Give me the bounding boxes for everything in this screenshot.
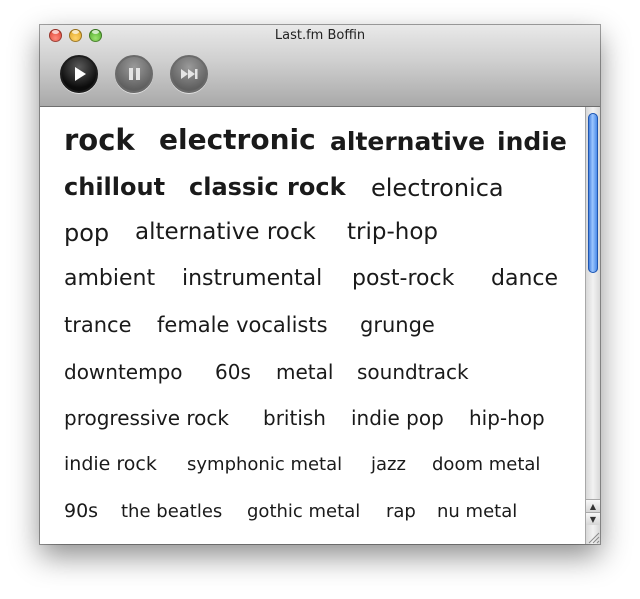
skip-button[interactable]: [170, 55, 208, 93]
tag-rap[interactable]: rap: [386, 503, 416, 521]
window-title: Last.fm Boffin: [274, 28, 366, 43]
tag-soundtrack[interactable]: soundtrack: [357, 362, 469, 382]
app-window: Last.fm Boffin rock electronic alternati…: [40, 25, 600, 544]
tag-the-beatles[interactable]: the beatles: [121, 503, 222, 521]
tag-female-vocalists[interactable]: female vocalists: [157, 315, 328, 336]
tag-downtempo[interactable]: downtempo: [64, 362, 183, 382]
tag-ambient[interactable]: ambient: [64, 268, 155, 290]
tag-progressive-rock[interactable]: progressive rock: [64, 408, 229, 428]
tag-british[interactable]: british: [263, 408, 326, 428]
tag-indie[interactable]: indie: [497, 129, 567, 154]
tag-instrumental[interactable]: instrumental: [182, 268, 322, 290]
tag-trance[interactable]: trance: [64, 315, 132, 336]
tag-alternative[interactable]: alternative: [330, 129, 485, 154]
scrollbar-thumb[interactable]: [588, 113, 598, 273]
pause-icon: [129, 68, 140, 80]
play-button[interactable]: [60, 55, 98, 93]
vertical-scrollbar[interactable]: ▲ ▼: [585, 107, 600, 544]
tag-metal[interactable]: metal: [276, 362, 333, 382]
tag-hip-hop[interactable]: hip-hop: [469, 408, 545, 428]
scroll-down-arrow-icon[interactable]: ▼: [586, 512, 600, 525]
play-icon: [75, 67, 86, 81]
tag-pop[interactable]: pop: [64, 221, 109, 245]
scroll-up-arrow-icon[interactable]: ▲: [586, 499, 600, 512]
tag-gothic-metal[interactable]: gothic metal: [247, 503, 360, 521]
tag-electronic[interactable]: electronic: [159, 126, 316, 154]
tag-nu-metal[interactable]: nu metal: [437, 503, 517, 521]
tag-classic-rock[interactable]: classic rock: [189, 175, 346, 199]
tag-symphonic-metal[interactable]: symphonic metal: [187, 456, 342, 474]
tag-60s[interactable]: 60s: [215, 362, 251, 382]
tag-jazz[interactable]: jazz: [371, 456, 406, 474]
tag-cloud: rock electronic alternative indie chillo…: [40, 107, 585, 544]
tag-dance[interactable]: dance: [491, 268, 558, 290]
tag-indie-pop[interactable]: indie pop: [351, 408, 444, 428]
skip-forward-icon: [181, 69, 198, 79]
title-bar: Last.fm Boffin: [40, 25, 600, 107]
tag-post-rock[interactable]: post-rock: [352, 268, 454, 290]
tag-electronica[interactable]: electronica: [371, 176, 504, 200]
tag-chillout[interactable]: chillout: [64, 175, 165, 199]
tag-indie-rock[interactable]: indie rock: [64, 455, 157, 474]
tag-doom-metal[interactable]: doom metal: [432, 456, 540, 474]
tag-grunge[interactable]: grunge: [360, 315, 435, 336]
resize-grip-icon[interactable]: [585, 529, 600, 544]
pause-button[interactable]: [115, 55, 153, 93]
tag-90s[interactable]: 90s: [64, 502, 98, 521]
tag-rock[interactable]: rock: [64, 126, 135, 155]
tag-alternative-rock[interactable]: alternative rock: [135, 221, 316, 244]
tag-trip-hop[interactable]: trip-hop: [347, 221, 438, 244]
